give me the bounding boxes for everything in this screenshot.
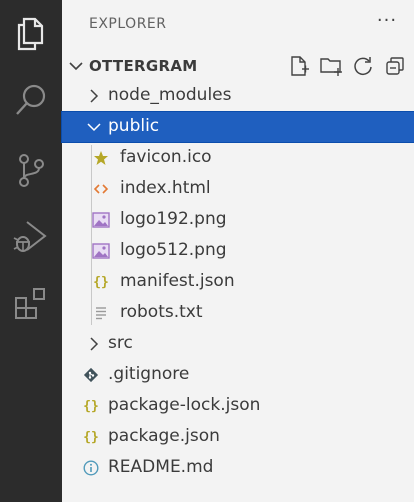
- image-icon: [92, 211, 110, 229]
- explorer-title: EXPLORER: [89, 16, 167, 32]
- more-actions-button[interactable]: ···: [374, 12, 400, 34]
- tree-item-label: favicon.ico: [120, 147, 212, 167]
- source-control-icon[interactable]: [0, 146, 62, 194]
- tree-item-readme[interactable]: README.md: [62, 453, 414, 483]
- extensions-icon[interactable]: [0, 280, 62, 328]
- section-actions: [284, 52, 414, 80]
- tree-item-logo512[interactable]: logo512.png: [62, 236, 414, 266]
- tree-item-package-json[interactable]: {} package.json: [62, 422, 414, 452]
- search-icon[interactable]: [0, 76, 62, 124]
- files-icon[interactable]: [0, 10, 62, 58]
- new-file-icon[interactable]: [284, 52, 314, 80]
- star-icon: [92, 149, 110, 167]
- tree-item-index-html[interactable]: index.html: [62, 174, 414, 204]
- tree-item-label: package.json: [108, 426, 220, 446]
- tree-item-src[interactable]: src: [62, 329, 414, 359]
- tree-item-robots-txt[interactable]: robots.txt: [62, 298, 414, 328]
- collapse-all-icon[interactable]: [380, 52, 410, 80]
- info-icon: [82, 459, 100, 477]
- tree-item-logo192[interactable]: logo192.png: [62, 205, 414, 235]
- new-folder-icon[interactable]: [316, 52, 346, 80]
- tree-item-public[interactable]: public: [61, 111, 414, 143]
- chevron-down-icon: [68, 58, 84, 78]
- tree-item-package-lock-json[interactable]: {} package-lock.json: [62, 391, 414, 421]
- git-icon: [82, 366, 100, 384]
- json-icon: {}: [83, 398, 99, 414]
- tree-item-node-modules[interactable]: node_modules: [62, 81, 414, 111]
- chevron-down-icon: [86, 119, 102, 135]
- explorer-header: EXPLORER ···: [62, 0, 414, 50]
- tree-item-manifest-json[interactable]: {} manifest.json: [62, 267, 414, 297]
- folder-section-header[interactable]: OTTERGRAM: [62, 50, 414, 80]
- tree-item-gitignore[interactable]: .gitignore: [62, 360, 414, 390]
- tree-item-label: package-lock.json: [108, 395, 261, 415]
- tree-item-label: logo512.png: [120, 240, 227, 260]
- text-file-icon: [92, 304, 110, 322]
- tree-item-label: logo192.png: [120, 209, 227, 229]
- tree-item-label: .gitignore: [108, 364, 190, 384]
- explorer-sidebar: EXPLORER ··· OTTERGRAM node_modules publ…: [61, 0, 414, 502]
- tree-item-label: node_modules: [108, 85, 232, 105]
- tree-item-label: src: [108, 333, 133, 353]
- tree-item-label: robots.txt: [120, 302, 203, 322]
- image-icon: [92, 242, 110, 260]
- chevron-right-icon: [86, 336, 102, 352]
- json-icon: {}: [93, 274, 109, 290]
- tree-item-label: public: [108, 116, 160, 136]
- tree-item-label: manifest.json: [120, 271, 235, 291]
- chevron-right-icon: [86, 88, 102, 104]
- activity-bar: [0, 0, 62, 502]
- run-debug-icon[interactable]: [0, 212, 62, 260]
- folder-name: OTTERGRAM: [89, 57, 198, 75]
- refresh-icon[interactable]: [348, 52, 378, 80]
- tree-item-label: index.html: [120, 178, 211, 198]
- json-icon: {}: [83, 429, 99, 445]
- tree-item-favicon[interactable]: favicon.ico: [62, 143, 414, 173]
- html-icon: [92, 180, 110, 198]
- tree-item-label: README.md: [108, 457, 214, 477]
